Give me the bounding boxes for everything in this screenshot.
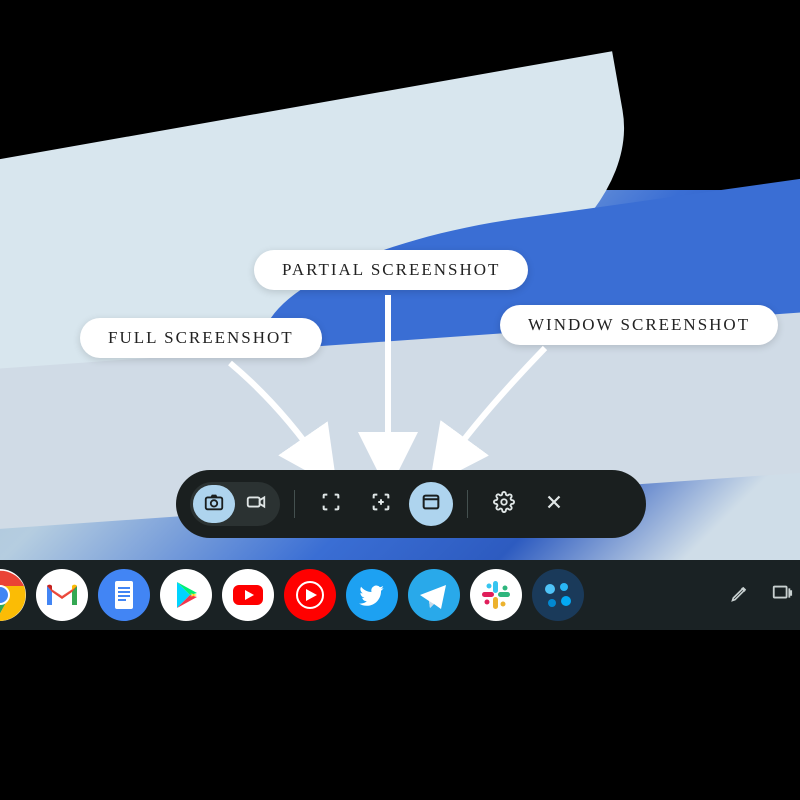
app-slack[interactable] (470, 569, 522, 621)
annotation-partial-screenshot: PARTIAL SCREENSHOT (254, 250, 528, 290)
window-icon (420, 491, 442, 518)
window-screenshot-button[interactable] (409, 482, 453, 526)
video-camera-icon (245, 491, 267, 518)
annotation-window-screenshot: WINDOW SCREENSHOT (500, 305, 778, 345)
app-twitter[interactable] (346, 569, 398, 621)
app-telegram[interactable] (408, 569, 460, 621)
pen-icon (730, 590, 750, 607)
partial-corners-plus-icon (370, 491, 392, 518)
app-gmail[interactable] (36, 569, 88, 621)
gear-icon (493, 491, 515, 518)
fullscreen-corners-icon (320, 491, 342, 518)
arrow-partial (370, 290, 420, 480)
full-screenshot-button[interactable] (309, 482, 353, 526)
annotation-full-screenshot: FULL SCREENSHOT (80, 318, 322, 358)
app-docs[interactable] (98, 569, 150, 621)
capture-settings-button[interactable] (482, 482, 526, 526)
toolbar-divider (294, 490, 295, 518)
capture-toolbar (176, 470, 646, 538)
toolbar-divider (467, 490, 468, 518)
app-chrome[interactable] (0, 569, 26, 621)
app-youtube-music[interactable] (284, 569, 336, 621)
close-icon (543, 491, 565, 518)
screen-record-mode-button[interactable] (235, 485, 277, 523)
shelf-taskbar (0, 560, 800, 630)
shelf-status-area (730, 582, 800, 609)
capture-mode-toggle (190, 482, 280, 526)
partial-screenshot-button[interactable] (359, 482, 403, 526)
app-play-store[interactable] (160, 569, 212, 621)
stylus-tool-button[interactable] (730, 583, 750, 608)
window-overview-icon (770, 591, 794, 608)
app-youtube[interactable] (222, 569, 274, 621)
camera-icon (203, 491, 225, 518)
screenshot-mode-button[interactable] (193, 485, 235, 523)
arrow-window (435, 340, 565, 480)
app-unknown-colorful[interactable] (532, 569, 584, 621)
overview-button[interactable] (770, 582, 794, 609)
close-capture-button[interactable] (532, 482, 576, 526)
